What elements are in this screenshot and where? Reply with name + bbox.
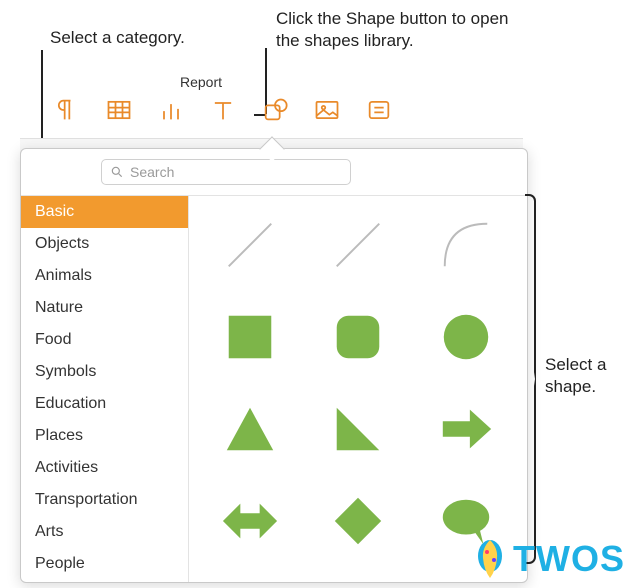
toolbar [53, 96, 393, 124]
sidebar-item-animals[interactable]: Animals [21, 260, 188, 292]
text-icon[interactable] [209, 96, 237, 124]
media-icon[interactable] [313, 96, 341, 124]
sidebar-item-people[interactable]: People [21, 548, 188, 580]
table-icon[interactable] [105, 96, 133, 124]
shape-rounded-square[interactable] [315, 308, 401, 366]
shape-arrow-right[interactable] [423, 400, 509, 458]
logo-text: TWOS [513, 538, 625, 580]
shape-double-arrow[interactable] [207, 492, 293, 550]
sidebar-item-arts[interactable]: Arts [21, 516, 188, 548]
sidebar-item-activities[interactable]: Activities [21, 452, 188, 484]
shape-diamond[interactable] [315, 492, 401, 550]
logo-icon [473, 538, 507, 580]
document-title: Report [180, 74, 222, 90]
shape-square[interactable] [207, 308, 293, 366]
shape-icon[interactable] [261, 96, 289, 124]
shape-circle[interactable] [423, 308, 509, 366]
annotation-select-shape: Select a shape. [545, 354, 633, 398]
bracket-icon [524, 194, 536, 564]
chart-icon[interactable] [157, 96, 185, 124]
sidebar-item-food[interactable]: Food [21, 324, 188, 356]
sidebar-item-education[interactable]: Education [21, 388, 188, 420]
search-placeholder: Search [130, 164, 174, 180]
shape-right-triangle[interactable] [315, 400, 401, 458]
shape-curve[interactable] [423, 216, 509, 274]
annotation-shape-button: Click the Shape button to open the shape… [276, 8, 536, 52]
search-icon [110, 165, 124, 179]
sidebar-item-transportation[interactable]: Transportation [21, 484, 188, 516]
shape-diagonal-line[interactable] [315, 216, 401, 274]
watermark-logo: TWOS [473, 538, 625, 580]
sidebar-item-nature[interactable]: Nature [21, 292, 188, 324]
sidebar-item-symbols[interactable]: Symbols [21, 356, 188, 388]
shape-line[interactable] [207, 216, 293, 274]
search-input[interactable]: Search [101, 159, 351, 185]
shape-triangle[interactable] [207, 400, 293, 458]
category-sidebar: BasicObjectsAnimalsNatureFoodSymbolsEduc… [21, 196, 189, 582]
shapes-grid [189, 196, 527, 582]
sidebar-item-objects[interactable]: Objects [21, 228, 188, 260]
comment-icon[interactable] [365, 96, 393, 124]
sidebar-item-places[interactable]: Places [21, 420, 188, 452]
annotation-select-category: Select a category. [50, 28, 185, 48]
sidebar-item-basic[interactable]: Basic [21, 196, 188, 228]
shapes-popover: Search BasicObjectsAnimalsNatureFoodSymb… [20, 148, 528, 583]
pilcrow-icon[interactable] [53, 96, 81, 124]
